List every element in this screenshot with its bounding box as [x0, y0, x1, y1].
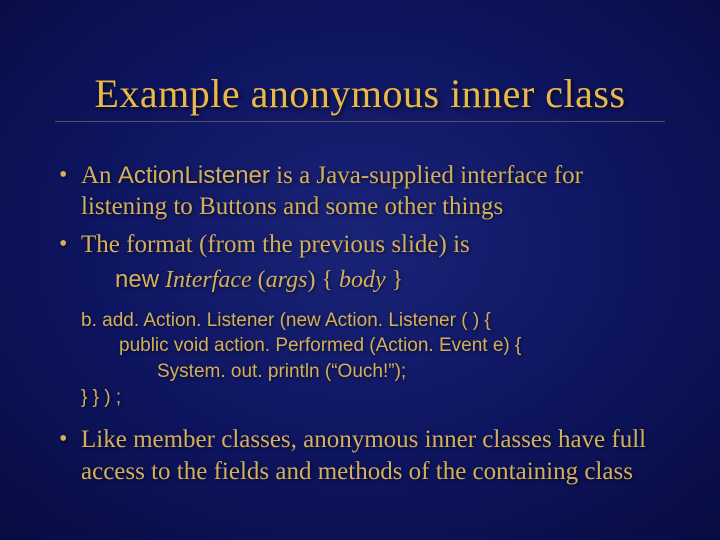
bullet-item-1: An ActionListener is a Java-supplied int… — [55, 160, 665, 223]
bullet-list: An ActionListener is a Java-supplied int… — [55, 160, 665, 260]
bullet-item-3: Like member classes, anonymous inner cla… — [55, 424, 665, 487]
code-line-2: public void action. Performed (Action. E… — [119, 333, 665, 359]
syntax-args: args — [266, 267, 308, 293]
syntax-keyword-new: new — [115, 266, 159, 293]
syntax-paren-open: ( — [258, 267, 266, 293]
syntax-paren-close: ) { — [307, 267, 339, 293]
slide: Example anonymous inner class An ActionL… — [0, 0, 720, 540]
bullet-list-2: Like member classes, anonymous inner cla… — [55, 424, 665, 487]
slide-title: Example anonymous inner class — [55, 70, 665, 122]
syntax-body: body — [339, 267, 386, 293]
syntax-close: } — [386, 267, 404, 293]
bullet-1-code: ActionListener — [118, 162, 270, 189]
syntax-line: new Interface (args) { body } — [115, 266, 665, 294]
bullet-1-prefix: An — [81, 162, 118, 189]
syntax-interface: Interface — [159, 267, 258, 293]
code-block: b. add. Action. Listener (new Action. Li… — [81, 308, 665, 411]
bullet-item-2: The format (from the previous slide) is — [55, 229, 665, 260]
code-line-1: b. add. Action. Listener (new Action. Li… — [81, 308, 665, 334]
code-line-4: } } ) ; — [81, 385, 665, 411]
code-line-3: System. out. println (“Ouch!”); — [157, 359, 665, 385]
